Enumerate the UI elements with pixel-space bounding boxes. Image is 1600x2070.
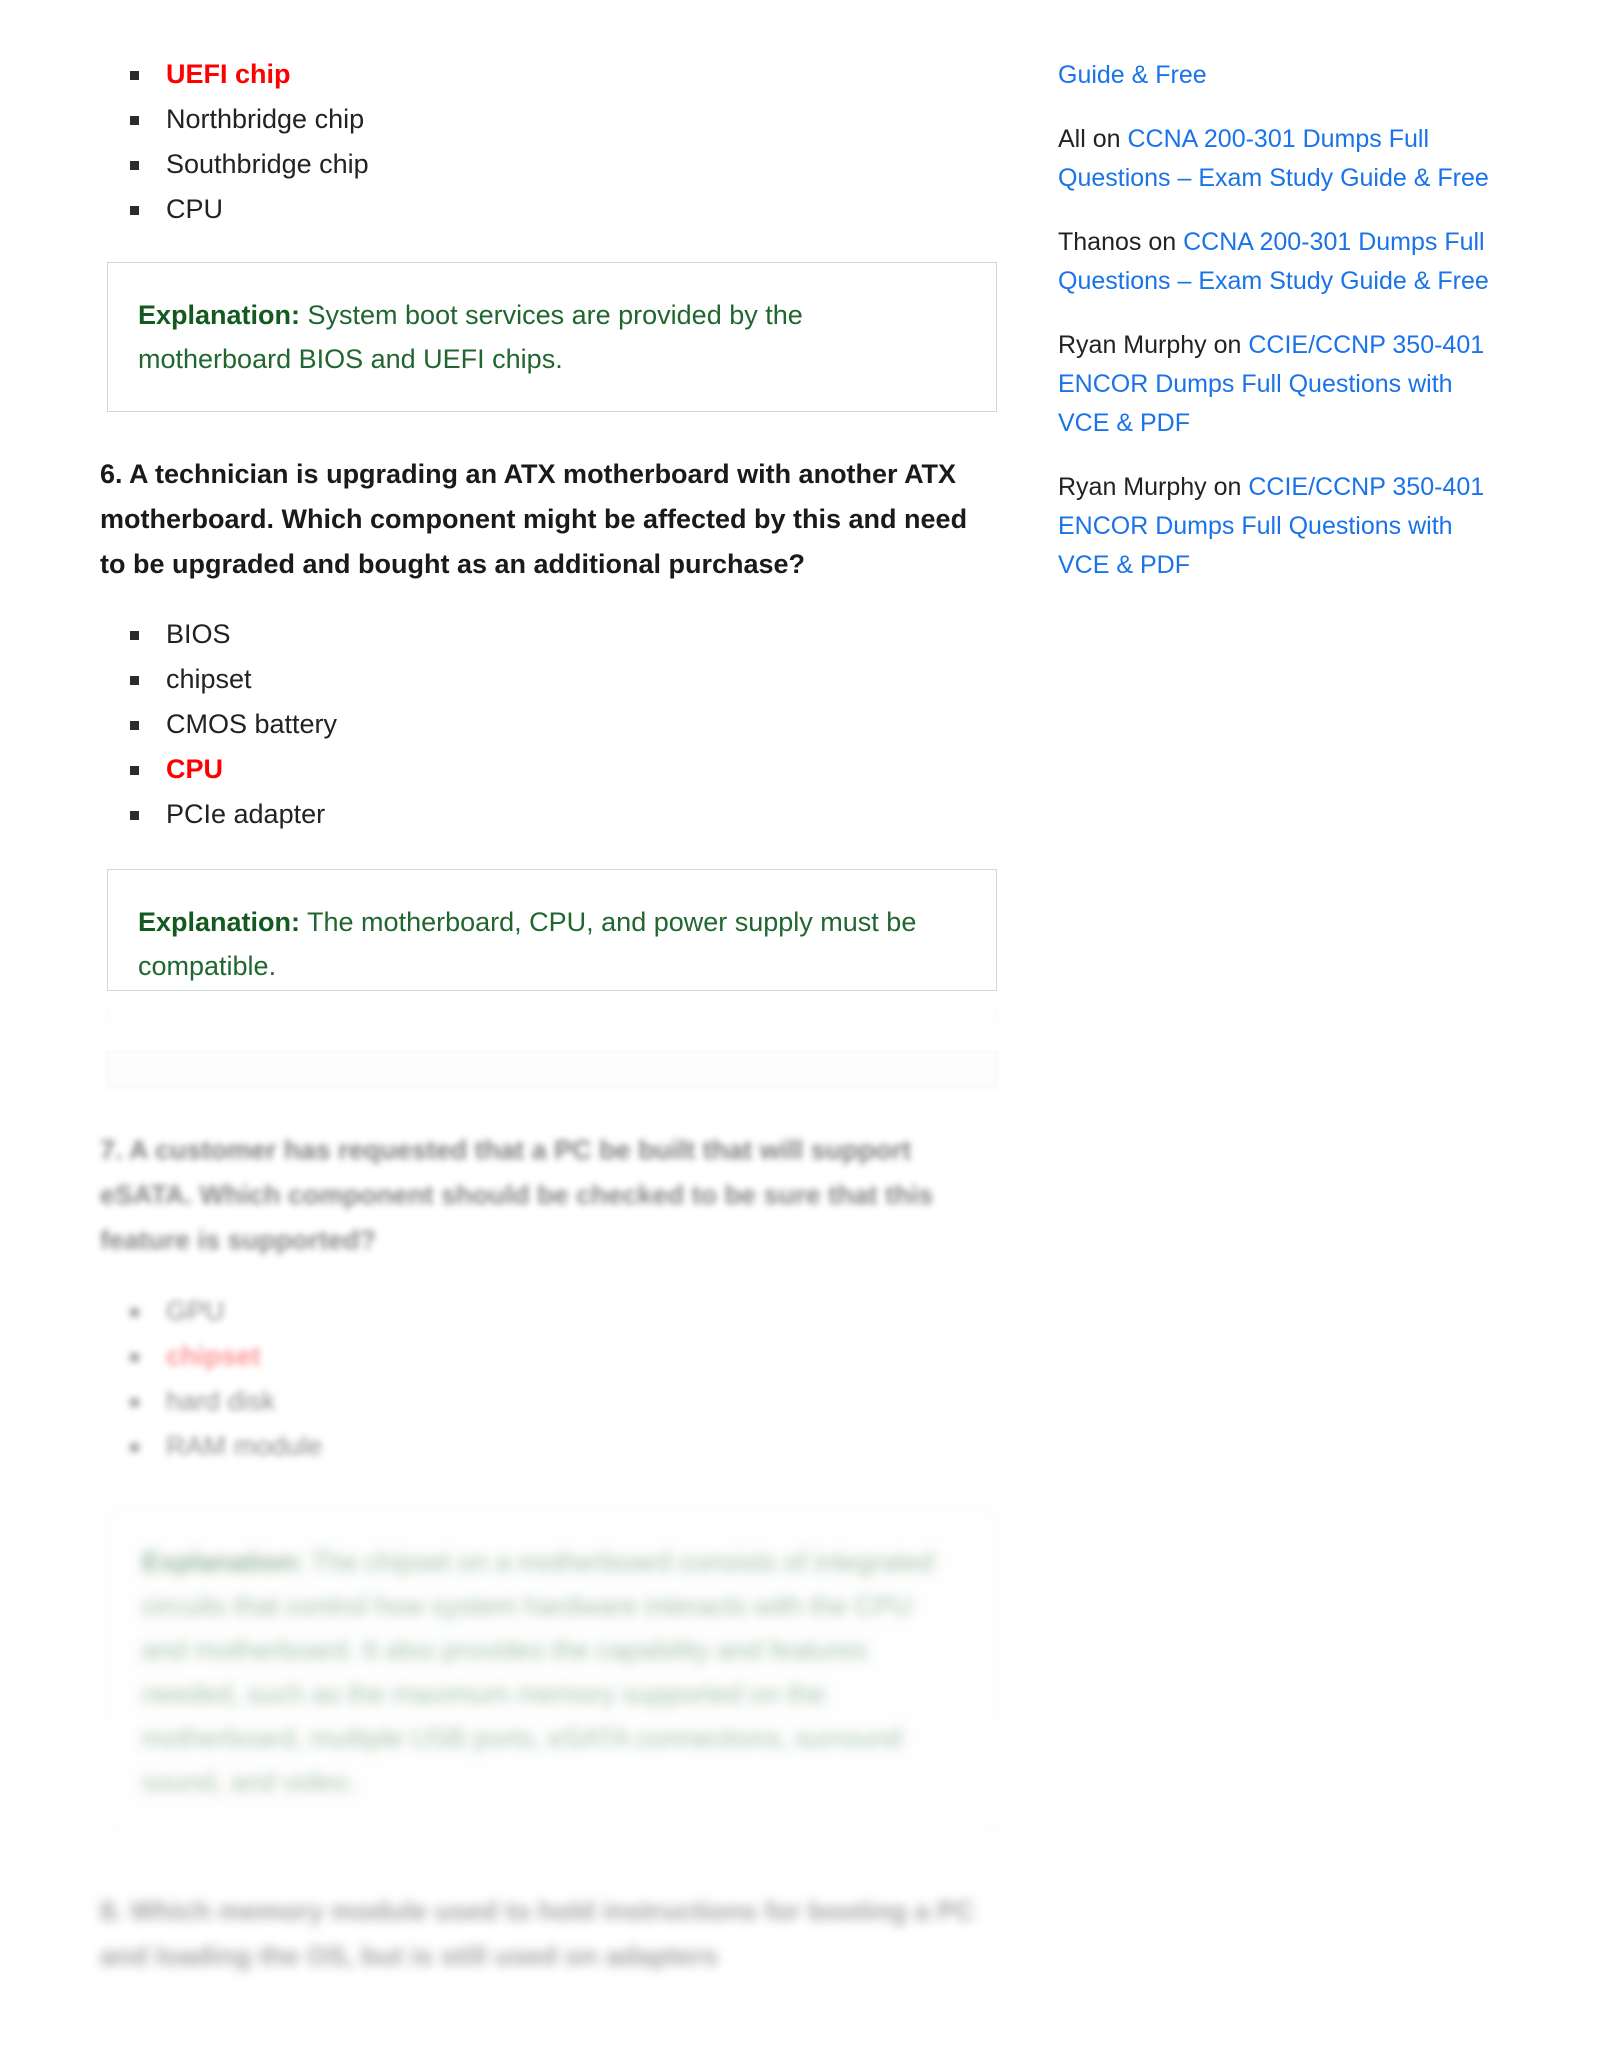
main-content-column: UEFI chip Northbridge chip Southbridge c… bbox=[100, 0, 1000, 991]
article-page: UEFI chip Northbridge chip Southbridge c… bbox=[0, 0, 1600, 2070]
answer-label: CPU bbox=[166, 754, 224, 784]
question7-explanation-block: Explanation: The chipset on a motherboar… bbox=[0, 1507, 1600, 1837]
answer-option[interactable]: BIOS bbox=[130, 612, 1000, 657]
answer-option-correct[interactable]: UEFI chip bbox=[130, 52, 1000, 97]
answer-label: RAM module bbox=[166, 1431, 323, 1461]
sidebar-comment-item: Ryan Murphy on CCIE/CCNP 350-401 ENCOR D… bbox=[1058, 468, 1508, 585]
sidebar-link[interactable]: Guide & Free bbox=[1058, 61, 1207, 89]
sidebar-comment-item: Thanos on CCNA 200-301 Dumps Full Questi… bbox=[1058, 223, 1508, 301]
question7-block: 7. A customer has requested that a PC be… bbox=[0, 1128, 1600, 1469]
comment-author: All on bbox=[1058, 125, 1128, 153]
answer-option[interactable]: chipset bbox=[130, 657, 1000, 702]
explanation-label: Explanation: bbox=[142, 1547, 305, 1577]
answer-label: UEFI chip bbox=[166, 59, 291, 89]
answer-option[interactable]: CPU bbox=[130, 187, 1000, 232]
explanation-label: Explanation: bbox=[138, 907, 301, 937]
answer-option-correct[interactable]: CPU bbox=[130, 747, 1000, 792]
answer-option[interactable]: RAM module bbox=[130, 1424, 1600, 1469]
recent-comments-sidebar: Guide & Free All on CCNA 200-301 Dumps F… bbox=[1058, 56, 1508, 610]
answer-label: chipset bbox=[166, 1341, 261, 1371]
answer-option[interactable]: Northbridge chip bbox=[130, 97, 1000, 142]
explanation-body: The chipset on a motherboard consists of… bbox=[142, 1547, 934, 1797]
comment-author: Ryan Murphy on bbox=[1058, 331, 1249, 359]
question7-answer-list: GPU chipset hard disk RAM module bbox=[130, 1289, 1600, 1469]
question7-explanation-box: Explanation: The chipset on a motherboar… bbox=[107, 1507, 997, 1837]
sidebar-comment-item: Guide & Free bbox=[1058, 56, 1508, 95]
answer-option[interactable]: PCIe adapter bbox=[130, 792, 1000, 837]
sidebar-comment-item: Ryan Murphy on CCIE/CCNP 350-401 ENCOR D… bbox=[1058, 326, 1508, 443]
answer-label: hard disk bbox=[166, 1386, 276, 1416]
answer-label: Northbridge chip bbox=[166, 104, 365, 134]
answer-option[interactable]: Southbridge chip bbox=[130, 142, 1000, 187]
comment-author: Thanos on bbox=[1058, 228, 1184, 256]
question6-heading: 6. A technician is upgrading an ATX moth… bbox=[100, 459, 968, 579]
question5-explanation-box: Explanation: System boot services are pr… bbox=[107, 262, 997, 412]
answer-option[interactable]: hard disk bbox=[130, 1379, 1600, 1424]
answer-label: chipset bbox=[166, 664, 252, 694]
question6-explanation-tail bbox=[0, 1010, 1600, 1088]
answer-option[interactable]: GPU bbox=[130, 1289, 1600, 1334]
answer-label: Southbridge chip bbox=[166, 149, 369, 179]
explanation-paragraph: Explanation: The motherboard, CPU, and p… bbox=[138, 900, 962, 988]
answer-label: CMOS battery bbox=[166, 709, 338, 739]
question6-explanation-box: Explanation: The motherboard, CPU, and p… bbox=[107, 869, 997, 991]
paywall-blur-region: 7. A customer has requested that a PC be… bbox=[0, 1010, 1600, 2070]
question8-heading: 8. Which memory module used to hold inst… bbox=[100, 1896, 975, 1971]
question6-answer-list: BIOS chipset CMOS battery CPU PCIe adapt… bbox=[130, 612, 1000, 837]
sidebar-comment-item: All on CCNA 200-301 Dumps Full Questions… bbox=[1058, 120, 1508, 198]
comment-author: Ryan Murphy on bbox=[1058, 473, 1249, 501]
answer-label: CPU bbox=[166, 194, 224, 224]
explanation-paragraph: Explanation: The chipset on a motherboar… bbox=[142, 1540, 962, 1804]
question8-block: 8. Which memory module used to hold inst… bbox=[0, 1889, 1600, 1979]
answer-label: BIOS bbox=[166, 619, 231, 649]
explanation-label: Explanation: bbox=[138, 300, 301, 330]
answer-label: PCIe adapter bbox=[166, 799, 326, 829]
explanation-paragraph: Explanation: System boot services are pr… bbox=[138, 293, 962, 381]
question7-heading: 7. A customer has requested that a PC be… bbox=[100, 1135, 934, 1255]
question5-answer-list: UEFI chip Northbridge chip Southbridge c… bbox=[130, 52, 1000, 232]
answer-option-correct[interactable]: chipset bbox=[130, 1334, 1600, 1379]
answer-label: GPU bbox=[166, 1296, 225, 1326]
answer-option[interactable]: CMOS battery bbox=[130, 702, 1000, 747]
